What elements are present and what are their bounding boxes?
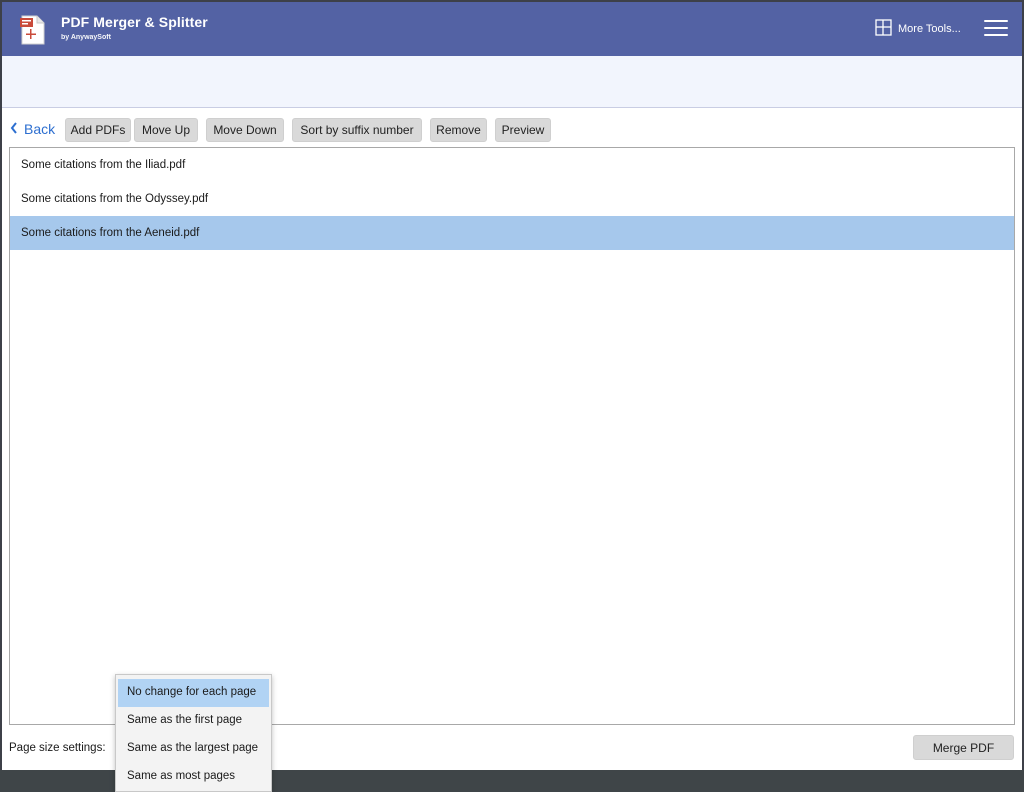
- dropdown-option-most-pages[interactable]: Same as most pages: [118, 763, 269, 791]
- remove-button[interactable]: Remove: [430, 118, 487, 142]
- more-tools-label: More Tools...: [898, 23, 961, 35]
- merge-pdf-button[interactable]: Merge PDF: [913, 735, 1014, 760]
- chevron-left-icon: [10, 121, 18, 137]
- dropdown-option-first-page[interactable]: Same as the first page: [118, 707, 269, 735]
- move-up-button[interactable]: Move Up: [134, 118, 198, 142]
- title-bar: PDF Merger & Splitter by AnywaySoft More…: [2, 2, 1022, 56]
- sort-by-suffix-button[interactable]: Sort by suffix number: [292, 118, 422, 142]
- app-window: PDF Merger & Splitter by AnywaySoft More…: [0, 0, 1024, 770]
- back-label: Back: [24, 121, 56, 137]
- pdf-document-icon: [18, 14, 46, 46]
- preview-button[interactable]: Preview: [495, 118, 551, 142]
- file-list[interactable]: Some citations from the Iliad.pdf Some c…: [9, 147, 1015, 725]
- file-list-item-selected[interactable]: Some citations from the Aeneid.pdf: [10, 216, 1014, 250]
- more-tools-button[interactable]: More Tools...: [875, 19, 961, 39]
- move-down-button[interactable]: Move Down: [206, 118, 284, 142]
- file-list-item[interactable]: Some citations from the Iliad.pdf: [10, 148, 1014, 182]
- app-title: PDF Merger & Splitter: [61, 14, 208, 30]
- page-size-label: Page size settings:: [9, 742, 106, 754]
- add-pdfs-button[interactable]: Add PDFs: [65, 118, 131, 142]
- file-list-item[interactable]: Some citations from the Odyssey.pdf: [10, 182, 1014, 216]
- dropdown-option-largest-page[interactable]: Same as the largest page: [118, 735, 269, 763]
- layout-panels-icon: [875, 19, 892, 39]
- banner-area: [2, 56, 1022, 108]
- hamburger-menu-icon[interactable]: [984, 20, 1008, 38]
- back-button[interactable]: Back: [10, 121, 55, 137]
- dropdown-option-no-change[interactable]: No change for each page: [118, 679, 269, 707]
- page-size-dropdown[interactable]: No change for each page Same as the firs…: [115, 674, 272, 792]
- toolbar: Back Add PDFs Move Up Move Down Sort by …: [2, 116, 1022, 144]
- app-subtitle: by AnywaySoft: [61, 34, 111, 41]
